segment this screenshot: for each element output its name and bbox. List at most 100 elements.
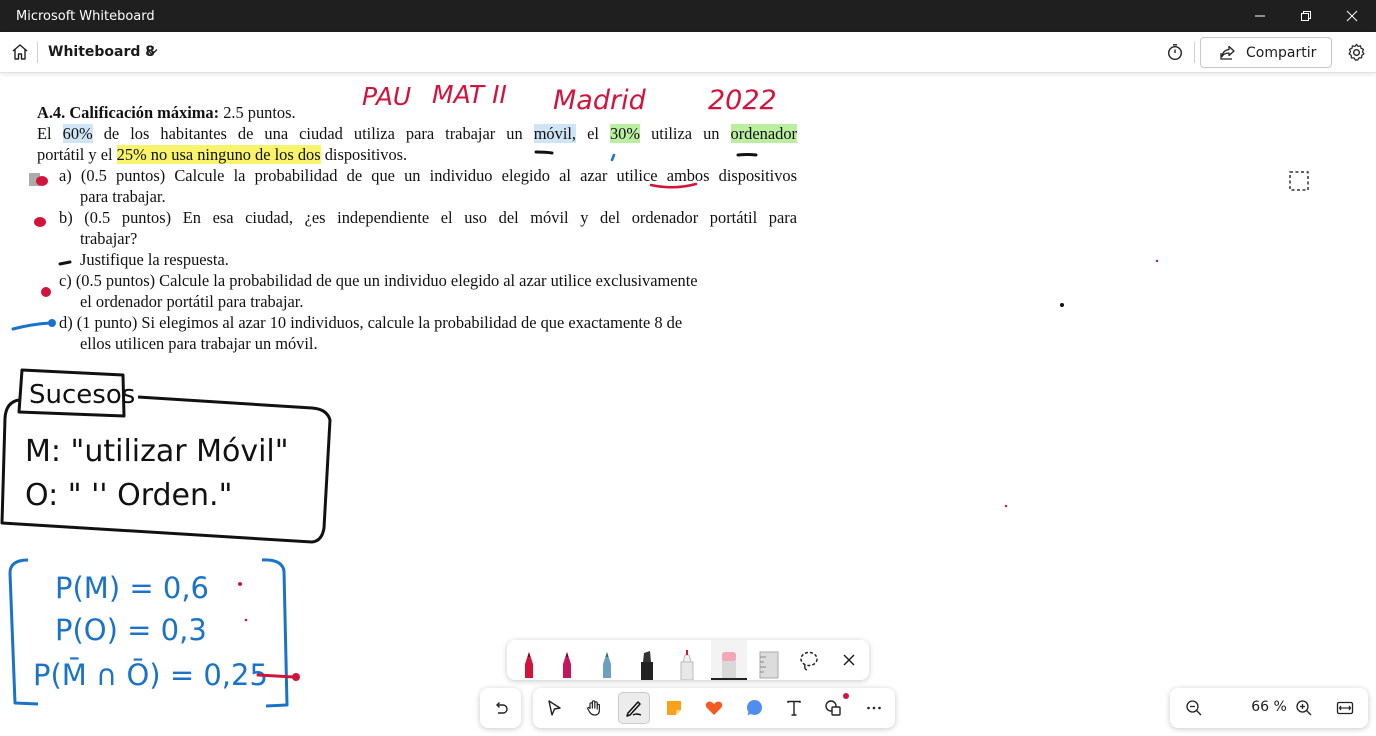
ruler-icon [759, 651, 779, 679]
zoom-in-icon [1296, 700, 1312, 716]
eraser[interactable] [711, 640, 747, 680]
selection-icon[interactable] [1288, 170, 1310, 192]
app-header: Whiteboard 8 Compartir [0, 32, 1376, 73]
red-pen-icon [525, 652, 533, 678]
magenta-pen[interactable] [549, 640, 585, 680]
select-tool[interactable] [538, 692, 570, 724]
share-button[interactable]: Compartir [1200, 37, 1332, 68]
close-icon [843, 654, 855, 666]
comment-tool[interactable] [738, 692, 770, 724]
minimize-icon [1255, 15, 1265, 17]
header-divider [37, 42, 38, 63]
header-divider [1194, 42, 1195, 63]
magenta-pen-icon [563, 652, 571, 678]
zoom-in-button[interactable] [1292, 696, 1316, 720]
comment-icon [747, 700, 762, 716]
undo-icon [495, 702, 508, 714]
teal-pen[interactable] [589, 640, 625, 680]
more-icon [867, 706, 881, 710]
ink-arrow-d [11, 321, 52, 331]
sticky-note-icon [667, 701, 681, 715]
lasso-select[interactable] [791, 640, 827, 680]
ink-bullet-a [36, 176, 48, 186]
zoom-out-icon [1186, 700, 1202, 716]
ink-prob-m: P(M) = 0,6 [55, 571, 209, 605]
highlighter-icon [680, 650, 694, 681]
timer-icon [1167, 44, 1183, 61]
ink-title-year: 2022 [708, 85, 777, 116]
close-tray-button[interactable] [831, 640, 867, 680]
minimize-button[interactable] [1237, 0, 1283, 32]
ink-event-o: O: " '' Orden." [25, 478, 232, 513]
sticky-note-tool[interactable] [658, 692, 690, 724]
ink-prob-none: P(M̄ ∩ Ō) = 0,25 [33, 658, 268, 692]
ink-layer[interactable]: PAU MAT II Madrid 2022 Sucesos M: "utili… [0, 73, 1376, 736]
restore-button[interactable] [1283, 0, 1329, 32]
ink-sucesos-label: Sucesos [29, 380, 135, 410]
restore-icon [1301, 11, 1311, 21]
settings-button[interactable] [1344, 40, 1368, 64]
ruler[interactable] [751, 640, 787, 680]
ink-events-box [0, 395, 332, 544]
ink-arrow-answer [256, 673, 296, 679]
zoom-controls: 66 % [1170, 688, 1368, 728]
highlighter[interactable] [669, 640, 705, 681]
share-icon [1220, 45, 1235, 60]
pen-tray [507, 640, 869, 681]
ink-dot [244, 618, 248, 622]
red-pen[interactable] [511, 640, 547, 680]
close-icon [1346, 10, 1358, 22]
ink-dot [1004, 504, 1008, 508]
main-toolbar [533, 688, 895, 728]
ink-prob-o: P(O) = 0,3 [55, 613, 207, 647]
ink-dash-justify [58, 260, 72, 266]
eraser-icon [722, 652, 736, 678]
ink-title-madrid: Madrid [553, 85, 647, 116]
ink-underline-ordenador [736, 153, 758, 157]
ink-bullet-c [41, 287, 51, 297]
text-tool[interactable] [778, 692, 810, 724]
app-title: Microsoft Whiteboard [16, 9, 155, 24]
share-label: Compartir [1246, 44, 1317, 61]
ink-underline-movil [534, 150, 554, 155]
ink-dot [1155, 259, 1159, 263]
ink-bullet-b [34, 217, 46, 227]
ink-arrow-d-head [48, 319, 56, 327]
ink-arrow-answer-head [292, 673, 300, 681]
shapes-notification-dot [843, 693, 849, 699]
whiteboard-canvas[interactable]: A.4. Calificación máxima: 2.5 puntos. El… [0, 73, 1376, 736]
ink-dot [1060, 303, 1064, 307]
pen-tool[interactable] [618, 692, 650, 724]
lasso-icon [800, 651, 818, 671]
more-tools-button[interactable] [858, 692, 890, 724]
text-icon [787, 700, 801, 716]
teal-pen-icon [603, 652, 611, 678]
title-bar: Microsoft Whiteboard [0, 0, 1376, 32]
hand-icon [587, 700, 600, 716]
black-marker[interactable] [629, 640, 665, 680]
ink-mark-30 [610, 153, 616, 162]
ink-underline-ambos [649, 182, 698, 189]
reactions-tool[interactable] [698, 692, 730, 724]
chevron-down-icon[interactable] [145, 45, 159, 59]
undo-button[interactable] [480, 688, 521, 728]
fit-to-screen-button[interactable] [1333, 696, 1357, 720]
ink-event-m: M: "utilizar Móvil" [25, 434, 289, 469]
zoom-out-button[interactable] [1182, 696, 1206, 720]
timer-button[interactable] [1163, 40, 1187, 64]
board-name[interactable]: Whiteboard 8 [48, 44, 155, 60]
pan-tool[interactable] [578, 692, 610, 724]
ink-title-pau: PAU [362, 82, 411, 111]
close-window-button[interactable] [1329, 0, 1375, 32]
fit-screen-icon [1336, 701, 1354, 715]
heart-icon [705, 701, 723, 715]
ink-title-mat: MAT II [432, 80, 507, 109]
shapes-icon [825, 700, 841, 716]
black-marker-icon [641, 651, 653, 680]
pointer-icon [548, 700, 561, 716]
ink-dot [238, 582, 242, 586]
home-icon [12, 44, 28, 60]
home-button[interactable] [8, 40, 32, 64]
gear-icon [1347, 43, 1365, 61]
pen-icon [626, 701, 642, 717]
